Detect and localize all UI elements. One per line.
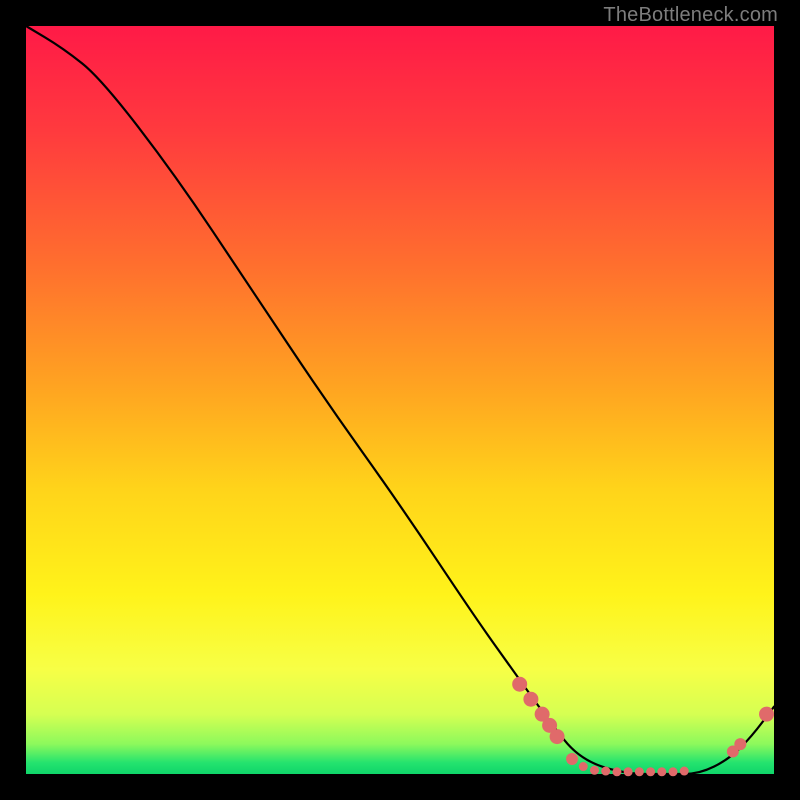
data-point [579,762,588,771]
data-point [512,677,527,692]
data-point [566,753,578,765]
curve-layer [26,26,774,774]
plot-area [26,26,774,774]
data-point [624,767,633,776]
data-point [601,767,610,776]
watermark-label: TheBottleneck.com [603,4,778,27]
data-point [657,767,666,776]
data-point [646,767,655,776]
marker-group [512,677,774,777]
data-point [550,729,565,744]
data-point [759,707,774,722]
data-point [680,767,689,776]
chart-frame: TheBottleneck.com [0,0,800,800]
data-point [734,738,746,750]
data-point [635,767,644,776]
data-point [612,767,621,776]
bottleneck-curve [26,26,774,774]
data-point [523,692,538,707]
data-point [590,766,599,775]
data-point [669,767,678,776]
